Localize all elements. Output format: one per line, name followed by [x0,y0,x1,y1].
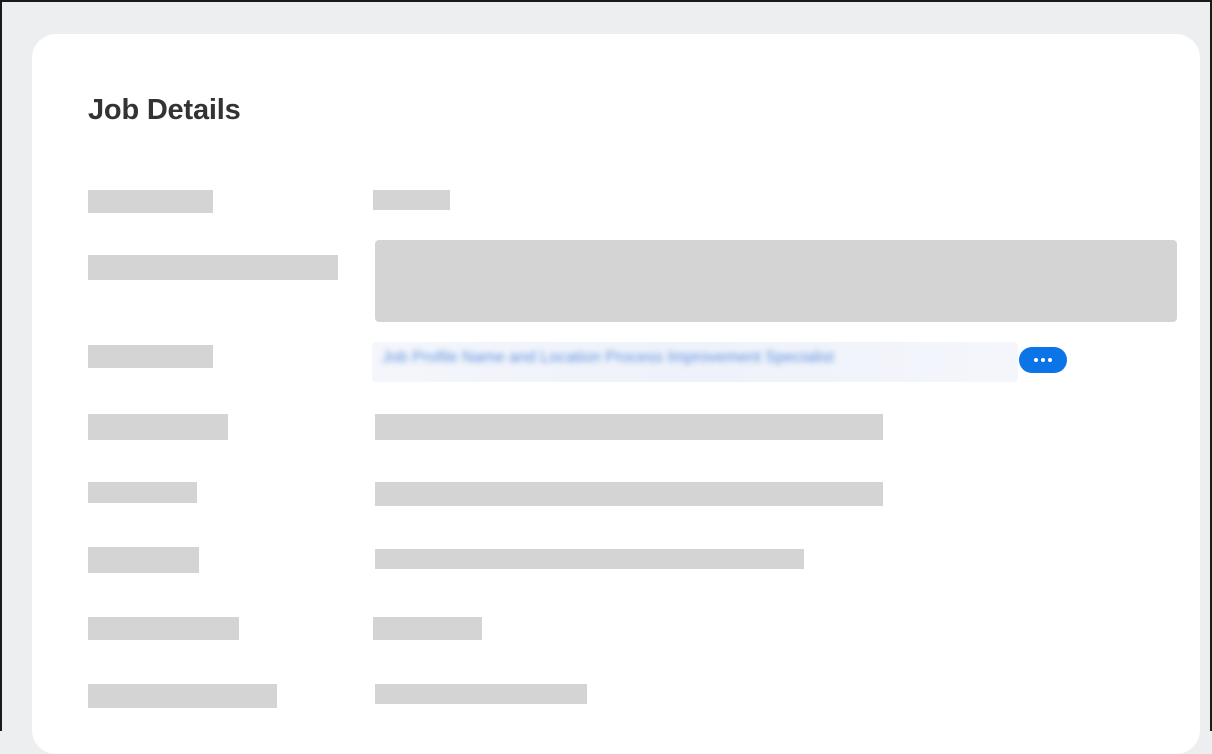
field-value-placeholder [375,684,587,704]
job-profile-link-text: Job Profile Name and Location Process Im… [382,349,834,366]
field-value-placeholder [375,549,804,569]
field-value-placeholder [373,617,482,640]
job-details-card [32,34,1200,754]
field-value-placeholder [373,190,450,210]
field-value-placeholder [375,414,883,440]
field-value-placeholder [375,482,883,506]
ellipsis-icon [1034,358,1052,362]
field-label-placeholder [88,255,338,280]
card-title: Job Details [88,94,241,126]
field-label-placeholder [88,345,213,368]
field-value-block-placeholder [375,240,1177,322]
field-label-placeholder [88,547,199,573]
field-label-placeholder [88,684,277,708]
job-profile-link[interactable]: Job Profile Name and Location Process Im… [372,342,1018,382]
field-label-placeholder [88,617,239,640]
field-label-placeholder [88,414,228,440]
field-label-placeholder [88,190,213,213]
field-label-placeholder [88,482,197,503]
related-actions-button[interactable] [1019,347,1067,373]
